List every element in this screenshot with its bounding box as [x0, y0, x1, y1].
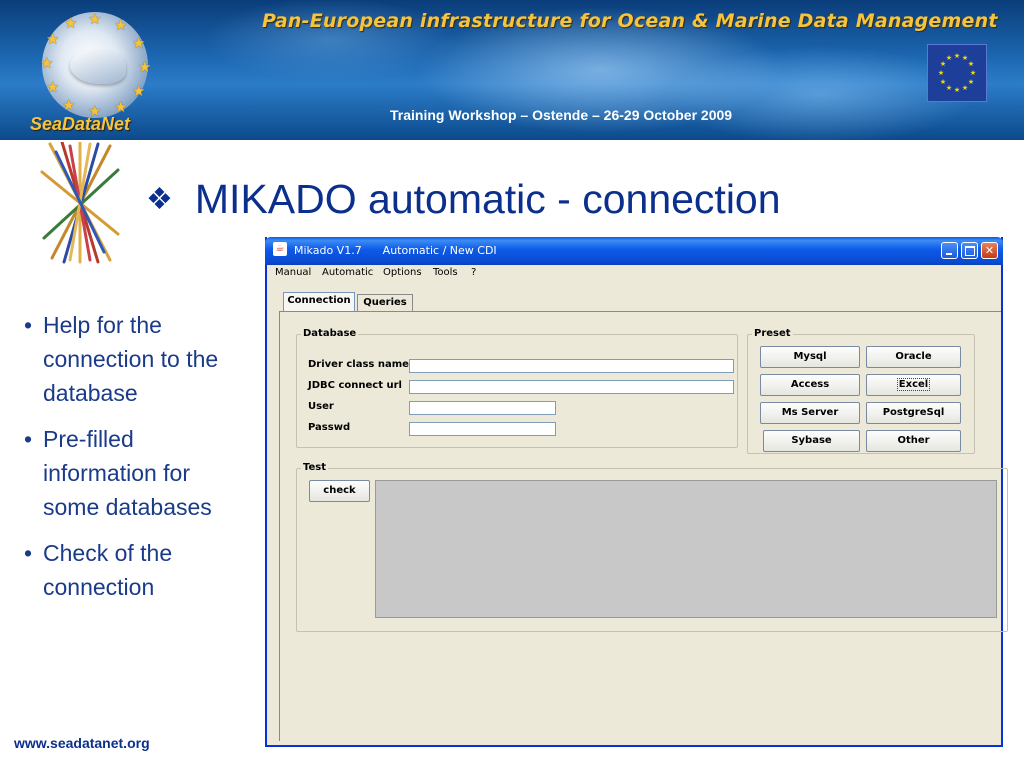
svg-text:★: ★ [968, 60, 974, 68]
maximize-button[interactable] [961, 242, 978, 259]
svg-text:★: ★ [954, 86, 960, 94]
connection-panel: Database Driver class name JDBC connect … [279, 311, 1008, 741]
header-banner: ★ ★ ★ ★ ★ ★ ★ ★ ★ ★ ★ ★ SeaDataNet Pan-E… [0, 0, 1024, 140]
preset-excel-label: Excel [896, 378, 931, 391]
svg-text:★: ★ [940, 78, 946, 86]
close-icon: ✕ [984, 244, 995, 257]
star-icon: ★ [138, 59, 152, 76]
passwd-label: Passwd [308, 422, 351, 433]
menu-help[interactable]: ? [471, 267, 476, 278]
test-output-area[interactable] [375, 480, 997, 618]
mikado-window: ☕ Mikado V1.7 Automatic / New CDI ✕ Manu… [265, 237, 1008, 747]
svg-text:★: ★ [968, 78, 974, 86]
menu-options[interactable]: Options [383, 267, 422, 278]
maximize-icon [965, 246, 975, 256]
window-titlebar[interactable]: ☕ Mikado V1.7 Automatic / New CDI ✕ [265, 237, 1003, 265]
star-icon: ★ [132, 35, 146, 52]
menu-manual[interactable]: Manual [275, 267, 311, 278]
check-button[interactable]: check [309, 480, 370, 502]
mikado-sticks-icon [40, 142, 120, 264]
test-group: Test check [296, 462, 1008, 632]
seadatanet-logo: ★ ★ ★ ★ ★ ★ ★ ★ ★ ★ ★ ★ SeaDataNet [30, 10, 160, 138]
minimize-button[interactable] [941, 242, 958, 259]
window-title: Mikado V1.7 Automatic / New CDI [294, 244, 497, 257]
user-field[interactable] [409, 401, 556, 415]
svg-text:★: ★ [954, 52, 960, 60]
footer-url[interactable]: www.seadatanet.org [14, 735, 150, 751]
svg-text:★: ★ [946, 54, 952, 62]
menu-automatic[interactable]: Automatic [322, 267, 373, 278]
star-icon: ★ [64, 15, 78, 32]
menu-bar: Manual Automatic Options Tools ? [267, 265, 1001, 283]
diamond-bullet-icon: ❖ [146, 183, 173, 216]
star-icon: ★ [114, 17, 128, 34]
tab-container: Connection Queries Database Driver class… [267, 287, 1008, 745]
svg-text:★: ★ [970, 69, 976, 77]
slide-title-text: MIKADO automatic - connection [194, 176, 781, 222]
preset-msserver-button[interactable]: Ms Server [760, 402, 860, 424]
preset-other-button[interactable]: Other [866, 430, 961, 452]
bullet-item: Help for the connection to the database [24, 308, 234, 410]
preset-excel-button[interactable]: Excel [866, 374, 961, 396]
svg-text:★: ★ [946, 84, 952, 92]
driver-class-label: Driver class name [308, 359, 409, 370]
close-button[interactable]: ✕ [981, 242, 998, 259]
preset-sybase-button[interactable]: Sybase [763, 430, 860, 452]
preset-mysql-button[interactable]: Mysql [760, 346, 860, 368]
tab-connection[interactable]: Connection [283, 292, 355, 312]
preset-group: Preset Mysql Oracle Access Excel Ms Serv… [747, 328, 975, 454]
star-icon: ★ [132, 83, 146, 100]
logo-text: SeaDataNet [30, 114, 131, 134]
bullet-item: Check of the connection [24, 536, 234, 604]
preset-group-title: Preset [752, 328, 793, 339]
tab-queries[interactable]: Queries [357, 294, 413, 312]
preset-access-button[interactable]: Access [760, 374, 860, 396]
driver-class-field[interactable] [409, 359, 734, 373]
star-icon: ★ [88, 11, 102, 28]
banner-title: Pan-European infrastructure for Ocean & … [262, 10, 998, 32]
banner-subtitle: Training Workshop – Ostende – 26-29 Octo… [390, 107, 733, 123]
star-icon: ★ [46, 79, 60, 96]
database-group-title: Database [301, 328, 359, 339]
eu-flag-icon: ★ ★ ★ ★ ★ ★ ★ ★ ★ ★ ★ ★ [927, 44, 987, 102]
jdbc-url-label: JDBC connect url [308, 380, 402, 391]
menu-tools[interactable]: Tools [433, 267, 458, 278]
svg-text:★: ★ [962, 84, 968, 92]
bullet-item: Pre-filled information for some database… [24, 422, 234, 524]
star-icon: ★ [114, 99, 128, 116]
minimize-icon [946, 253, 952, 255]
bullet-list: Help for the connection to the database … [24, 308, 234, 616]
preset-postgresql-button[interactable]: PostgreSql [866, 402, 961, 424]
star-icon: ★ [46, 31, 60, 48]
user-label: User [308, 401, 334, 412]
star-icon: ★ [62, 97, 76, 114]
star-icon: ★ [40, 55, 54, 72]
jdbc-url-field[interactable] [409, 380, 734, 394]
passwd-field[interactable] [409, 422, 556, 436]
preset-oracle-button[interactable]: Oracle [866, 346, 961, 368]
slide-title: ❖ MIKADO automatic - connection [146, 176, 781, 223]
test-group-title: Test [301, 462, 329, 473]
database-group: Database Driver class name JDBC connect … [296, 328, 738, 448]
svg-text:★: ★ [938, 69, 944, 77]
java-app-icon: ☕ [273, 242, 287, 256]
